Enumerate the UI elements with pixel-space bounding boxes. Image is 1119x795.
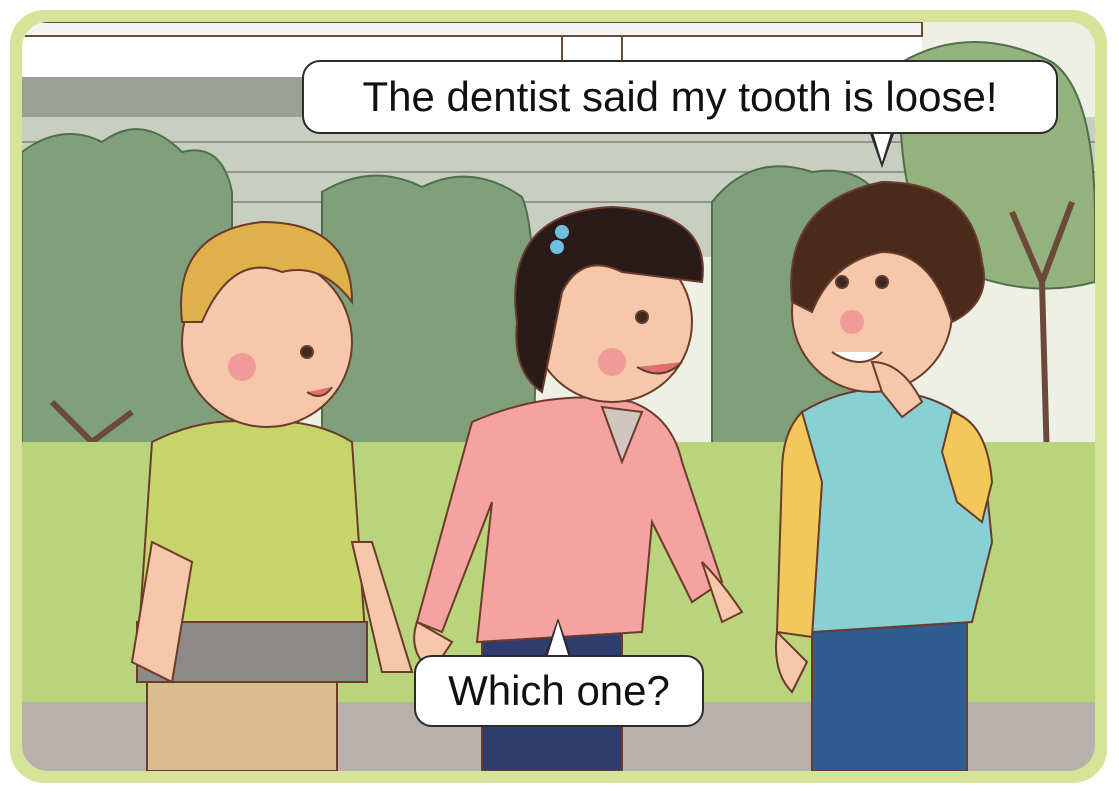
speech-bubble-which-one-text: Which one? bbox=[448, 667, 670, 714]
speech-bubble-dentist: The dentist said my tooth is loose! bbox=[302, 60, 1058, 134]
speech-bubble-which-one: Which one? bbox=[414, 655, 704, 727]
bubble-tail-which-fill bbox=[547, 622, 569, 658]
speech-bubble-dentist-text: The dentist said my tooth is loose! bbox=[362, 73, 998, 120]
